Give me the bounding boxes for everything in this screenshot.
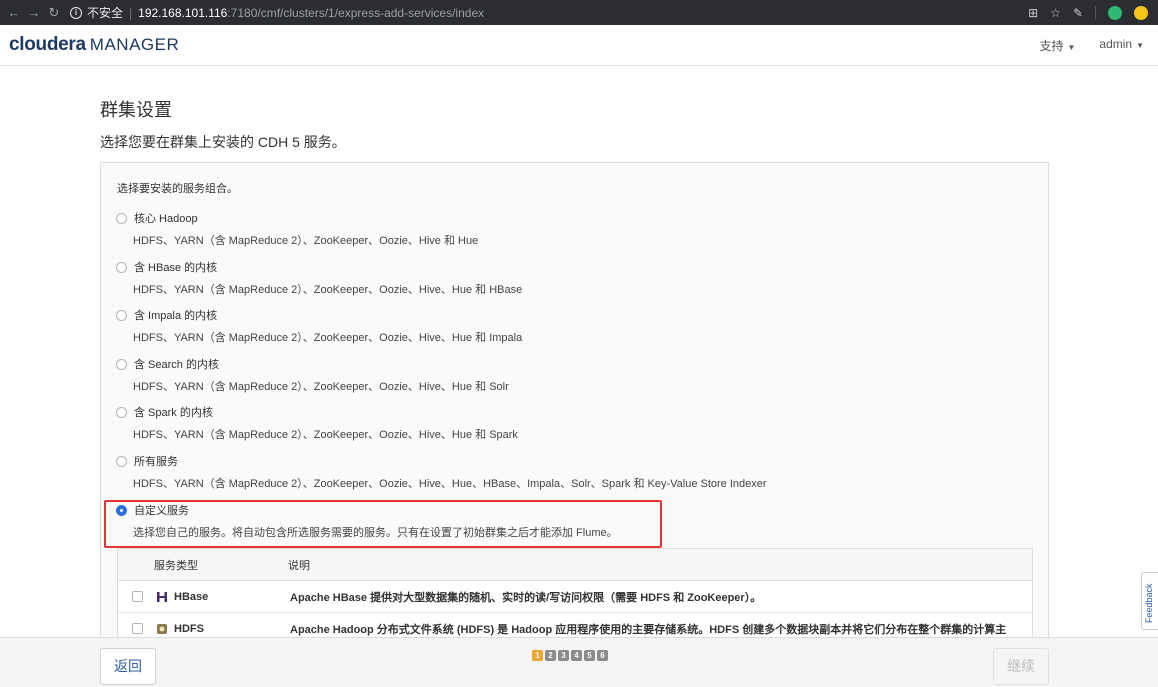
back-button[interactable]: 返回 — [100, 648, 156, 685]
option-desc: HDFS、YARN（含 MapReduce 2）、ZooKeeper、Oozie… — [133, 332, 523, 344]
wizard-footer: 返回 1 2 3 4 5 6 继续 — [0, 637, 1158, 687]
continue-button[interactable]: 继续 — [993, 648, 1049, 685]
radio-button[interactable] — [116, 212, 127, 224]
radio-button[interactable] — [116, 455, 127, 467]
profile-avatar-icon[interactable] — [1108, 5, 1122, 20]
page-title: 群集设置 — [100, 100, 172, 120]
option-desc: HDFS、YARN（含 MapReduce 2）、ZooKeeper、Oozie… — [133, 429, 518, 441]
option-core-hbase[interactable]: 含 HBase 的内核 HDFS、YARN（含 MapReduce 2）、Zoo… — [116, 259, 1016, 297]
forward-arrow-icon[interactable]: → — [24, 5, 44, 20]
url-path: :7180/cmf/clusters/1/express-add-service… — [227, 5, 485, 20]
radio-button[interactable] — [116, 358, 127, 370]
user-menu[interactable]: admin ▼ — [1099, 37, 1144, 54]
service-selection-panel: 选择要安装的服务组合。 核心 Hadoop HDFS、YARN（含 MapRed… — [100, 162, 1049, 642]
radio-button[interactable] — [116, 261, 127, 273]
toolbar-divider — [1095, 5, 1096, 20]
option-all-services[interactable]: 所有服务 HDFS、YARN（含 MapReduce 2）、ZooKeeper、… — [116, 453, 1016, 491]
panel-intro: 选择要安装的服务组合。 — [117, 183, 238, 195]
service-checkbox[interactable] — [132, 591, 143, 602]
feedback-label: Feedback — [1144, 583, 1154, 623]
option-label: 含 Spark 的内核 — [134, 407, 213, 419]
hdfs-icon — [155, 622, 169, 636]
step-3: 3 — [558, 650, 569, 661]
option-label: 含 Search 的内核 — [134, 359, 219, 371]
insecure-label: 不安全 — [87, 6, 124, 20]
service-name: HDFS — [174, 622, 204, 635]
table-header: 服务类型 说明 — [118, 549, 1032, 581]
services-table: 服务类型 说明 HBase Apache HBase 提供对大型数据集的随机、实… — [117, 548, 1033, 641]
option-label: 含 HBase 的内核 — [134, 262, 218, 274]
app-header: cloudera MANAGER 支持 ▼ admin ▼ — [0, 25, 1158, 66]
option-label: 含 Impala 的内核 — [134, 310, 218, 322]
service-desc: Apache HBase 提供对大型数据集的随机、实时的读/写访问权限（需要 H… — [290, 591, 762, 604]
cloudera-logo[interactable]: cloudera MANAGER — [9, 34, 179, 56]
logo-brand: cloudera — [9, 34, 86, 55]
step-5: 5 — [584, 650, 595, 661]
option-desc: HDFS、YARN（含 MapReduce 2）、ZooKeeper、Oozie… — [133, 381, 509, 393]
option-desc: HDFS、YARN（含 MapReduce 2）、ZooKeeper、Oozie… — [133, 284, 523, 296]
bookmark-star-icon[interactable]: ☆ — [1050, 6, 1061, 20]
info-icon[interactable]: i — [70, 6, 82, 19]
support-menu[interactable]: 支持 ▼ — [1039, 37, 1075, 54]
option-label: 所有服务 — [134, 456, 178, 468]
step-2: 2 — [545, 650, 556, 661]
option-desc: HDFS、YARN（含 MapReduce 2）、ZooKeeper、Oozie… — [133, 235, 479, 247]
option-core-spark[interactable]: 含 Spark 的内核 HDFS、YARN（含 MapReduce 2）、Zoo… — [116, 404, 1016, 442]
page-subtitle: 选择您要在群集上安装的 CDH 5 服务。 — [100, 134, 346, 150]
radio-button[interactable] — [116, 406, 127, 418]
service-name: HBase — [174, 590, 209, 603]
table-row: HBase Apache HBase 提供对大型数据集的随机、实时的读/写访问权… — [118, 581, 1032, 613]
url-host: 192.168.101.116 — [138, 5, 228, 20]
support-label: 支持 — [1039, 38, 1064, 53]
caret-down-icon: ▼ — [1136, 40, 1144, 50]
address-bar[interactable]: i 不安全 | 192.168.101.116 :7180/cmf/cluste… — [70, 0, 484, 25]
option-core-hadoop[interactable]: 核心 Hadoop HDFS、YARN（含 MapReduce 2）、ZooKe… — [116, 210, 1016, 248]
step-indicator: 1 2 3 4 5 6 — [532, 650, 608, 661]
back-arrow-icon[interactable]: ← — [4, 5, 24, 20]
column-header-desc: 说明 — [288, 559, 310, 572]
caret-down-icon: ▼ — [1067, 42, 1076, 52]
step-1: 1 — [532, 650, 543, 661]
step-4: 4 — [571, 650, 582, 661]
column-header-type: 服务类型 — [154, 559, 198, 572]
option-desc: HDFS、YARN（含 MapReduce 2）、ZooKeeper、Oozie… — [133, 478, 767, 490]
annotation-highlight-box — [104, 500, 662, 548]
reload-icon[interactable]: ↻ — [44, 5, 64, 21]
service-checkbox[interactable] — [132, 623, 143, 634]
feedback-tab[interactable]: Feedback — [1141, 572, 1158, 630]
option-label: 核心 Hadoop — [134, 213, 198, 225]
user-label: admin — [1099, 36, 1133, 51]
extension-icon[interactable]: ✎ — [1073, 6, 1083, 20]
hbase-icon — [155, 590, 169, 604]
translate-icon[interactable]: ⊞ — [1028, 6, 1038, 20]
address-separator: | — [129, 5, 133, 20]
option-core-search[interactable]: 含 Search 的内核 HDFS、YARN（含 MapReduce 2）、Zo… — [116, 356, 1016, 394]
browser-actions: ⊞ ☆ ✎ — [1028, 5, 1148, 20]
option-core-impala[interactable]: 含 Impala 的内核 HDFS、YARN（含 MapReduce 2）、Zo… — [116, 307, 1016, 345]
radio-button[interactable] — [116, 309, 127, 321]
extension-badge-icon[interactable] — [1134, 5, 1148, 20]
step-6: 6 — [597, 650, 608, 661]
logo-product: MANAGER — [89, 35, 180, 54]
service-desc: Apache Hadoop 分布式文件系统 (HDFS) 是 Hadoop 应用… — [290, 623, 1007, 636]
browser-toolbar: ← → ↻ i 不安全 | 192.168.101.116 :7180/cmf/… — [0, 0, 1158, 25]
